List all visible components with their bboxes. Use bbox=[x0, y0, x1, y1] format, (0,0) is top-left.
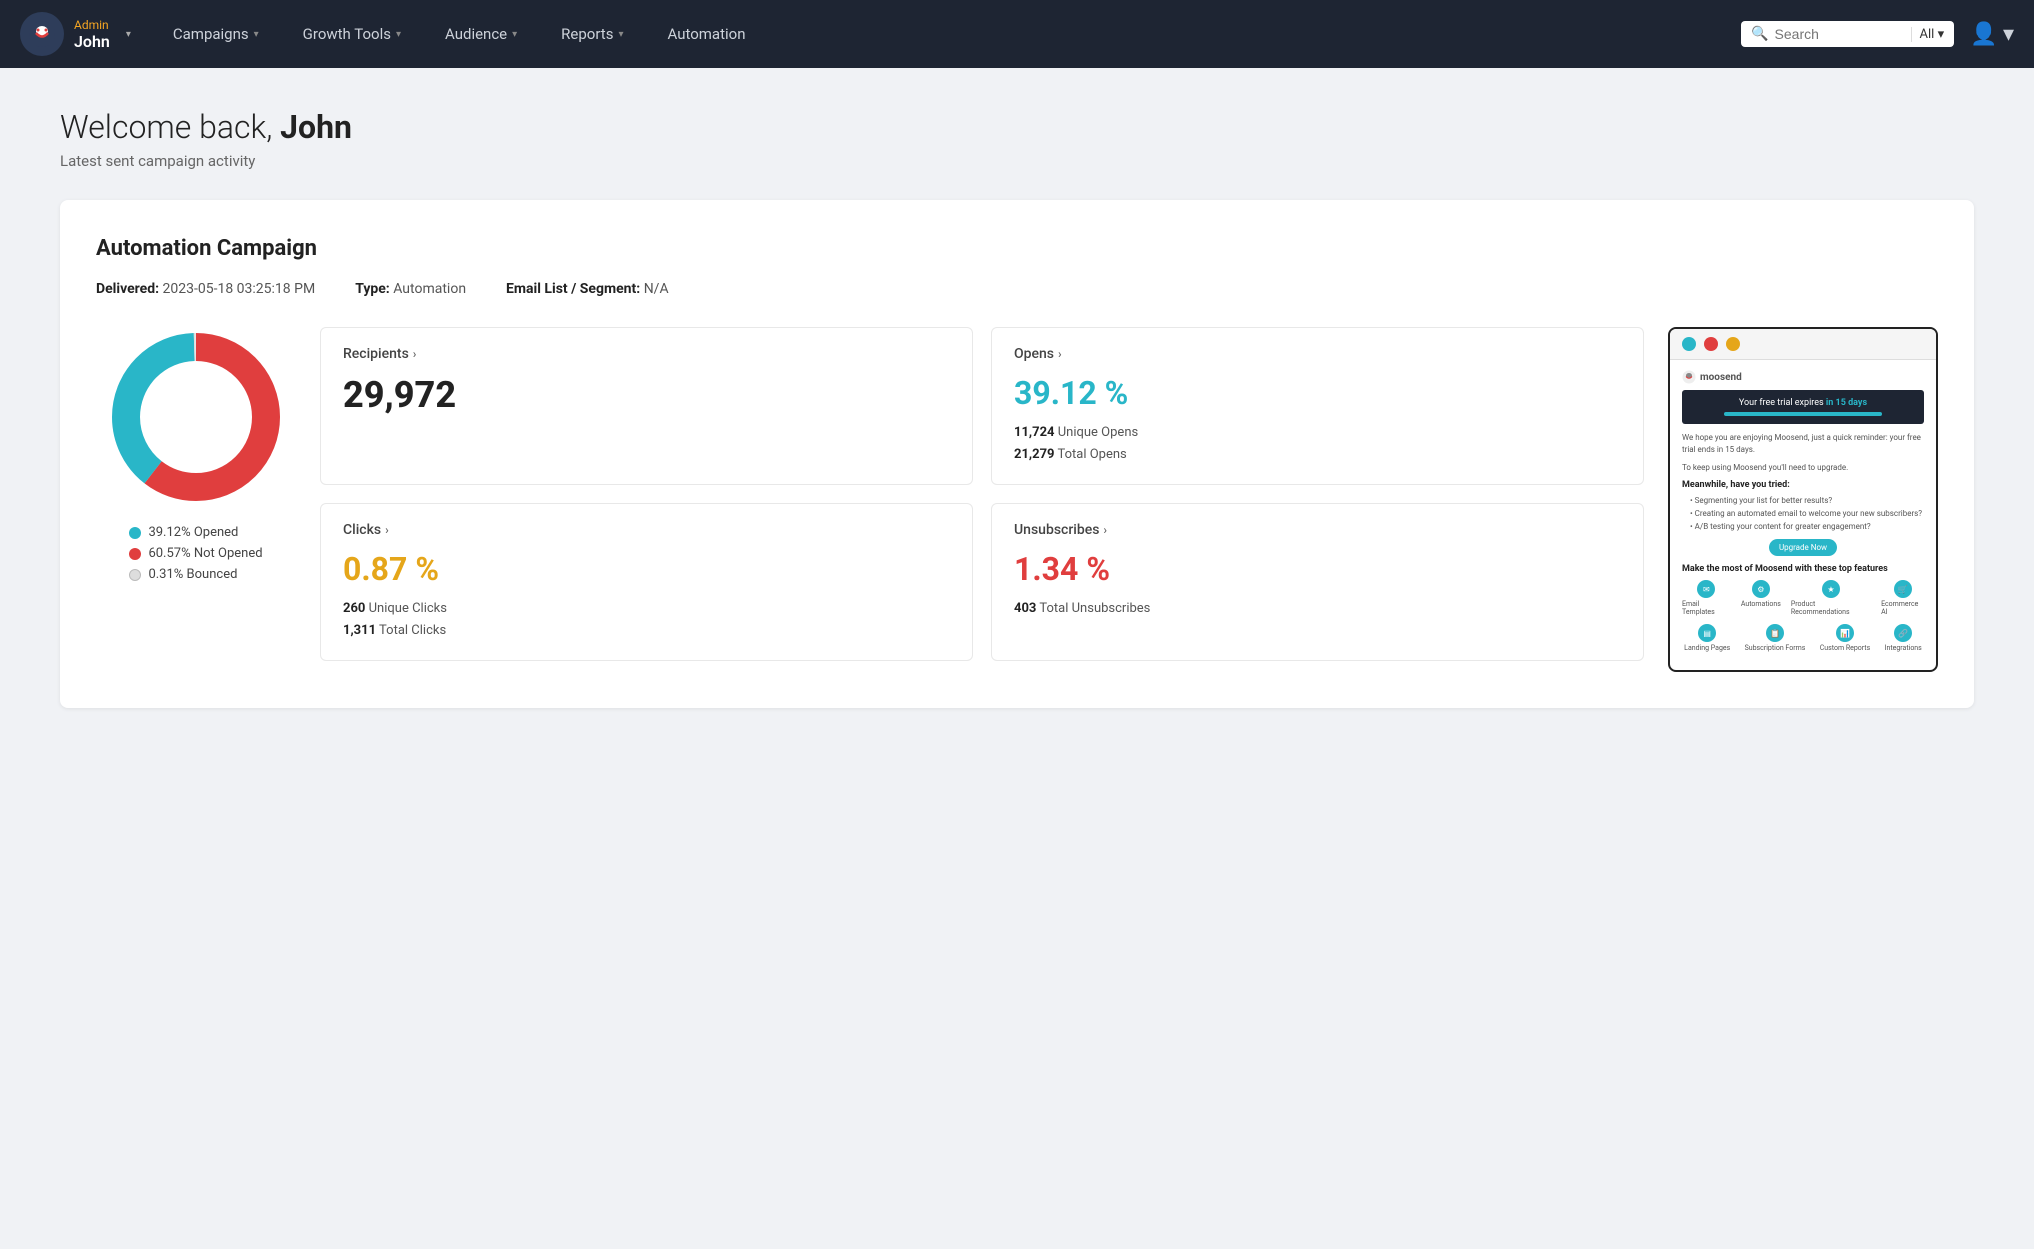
campaign-meta: Delivered: 2023-05-18 03:25:18 PM Type: … bbox=[96, 281, 1938, 297]
welcome-title: Welcome back, John bbox=[60, 108, 1974, 146]
stats-grid: Recipients › 29,972 Opens › 39.12 % 11,7… bbox=[320, 327, 1644, 661]
subscription-forms-icon: 📋 bbox=[1766, 624, 1784, 642]
nav-brand: Admin John ▾ bbox=[20, 12, 131, 56]
search-filter-dropdown[interactable]: All ▾ bbox=[1911, 27, 1945, 42]
legend-not-opened: 60.57% Not Opened bbox=[129, 546, 262, 561]
legend-dot-opened bbox=[129, 527, 141, 539]
nav-growth-tools[interactable]: Growth Tools ▾ bbox=[281, 0, 423, 68]
nav-search-bar: 🔍 All ▾ bbox=[1741, 21, 1954, 47]
stat-unsubscribes: Unsubscribes › 1.34 % 403 Total Unsubscr… bbox=[991, 503, 1644, 661]
preview-progress-bar bbox=[1724, 412, 1882, 416]
clicks-pct: 0.87 % bbox=[343, 550, 950, 588]
automations-icon: ⚙ bbox=[1752, 580, 1770, 598]
email-templates-icon: ✉ bbox=[1697, 580, 1715, 598]
campaign-card: Automation Campaign Delivered: 2023-05-1… bbox=[60, 200, 1974, 708]
opens-pct: 39.12 % bbox=[1014, 374, 1621, 412]
clicks-arrow-icon: › bbox=[385, 523, 389, 537]
preview-body-text2: To keep using Moosend you'll need to upg… bbox=[1682, 462, 1924, 474]
preview-body-text1: We hope you are enjoying Moosend, just a… bbox=[1682, 432, 1924, 456]
campaigns-chevron-icon: ▾ bbox=[254, 29, 259, 40]
custom-reports-icon: 📊 bbox=[1836, 624, 1854, 642]
preview-heading: Meanwhile, have you tried: bbox=[1682, 480, 1924, 490]
campaign-delivered: Delivered: 2023-05-18 03:25:18 PM bbox=[96, 281, 315, 297]
nav-campaigns[interactable]: Campaigns ▾ bbox=[151, 0, 281, 68]
campaign-title: Automation Campaign bbox=[96, 236, 1938, 261]
preview-feature-automations: ⚙ Automations bbox=[1741, 580, 1781, 616]
email-preview: moosend Your free trial expires in 15 da… bbox=[1668, 327, 1938, 672]
ecommerce-icon: 🛒 bbox=[1894, 580, 1912, 598]
preview-titlebar bbox=[1670, 329, 1936, 360]
preview-dot-teal bbox=[1682, 337, 1696, 351]
integrations-icon: 🔗 bbox=[1894, 624, 1912, 642]
nav-links: Campaigns ▾ Growth Tools ▾ Audience ▾ Re… bbox=[151, 0, 1741, 68]
unsubscribes-sub: 403 Total Unsubscribes bbox=[1014, 598, 1621, 620]
campaign-body: 39.12% Opened 60.57% Not Opened 0.31% Bo… bbox=[96, 327, 1938, 672]
opens-arrow-icon: › bbox=[1058, 347, 1062, 361]
user-dropdown-icon[interactable]: ▾ bbox=[126, 29, 131, 40]
search-icon: 🔍 bbox=[1751, 26, 1768, 42]
landing-pages-icon: ▤ bbox=[1698, 624, 1716, 642]
list-item: • Segmenting your list for better result… bbox=[1690, 495, 1924, 508]
preview-logo: moosend bbox=[1682, 370, 1924, 384]
nav-admin-label: Admin bbox=[74, 18, 110, 32]
legend-opened: 39.12% Opened bbox=[129, 525, 262, 540]
preview-icons-row-1: ✉ Email Templates ⚙ Automations ★ Produc… bbox=[1682, 580, 1924, 616]
preview-feature-custom-reports: 📊 Custom Reports bbox=[1820, 624, 1871, 652]
recipients-value: 29,972 bbox=[343, 374, 950, 416]
preview-feature-product-rec: ★ Product Recommendations bbox=[1791, 580, 1871, 616]
stat-opens: Opens › 39.12 % 11,724 Unique Opens 21,2… bbox=[991, 327, 1644, 485]
legend-dot-not-opened bbox=[129, 548, 141, 560]
welcome-subtitle: Latest sent campaign activity bbox=[60, 152, 1974, 170]
legend-dot-bounced bbox=[129, 569, 141, 581]
nav-username: John bbox=[74, 32, 110, 51]
unsubscribes-label[interactable]: Unsubscribes › bbox=[1014, 522, 1621, 538]
reports-chevron-icon: ▾ bbox=[618, 29, 623, 40]
clicks-label[interactable]: Clicks › bbox=[343, 522, 950, 538]
preview-feature-subscription-forms: 📋 Subscription Forms bbox=[1745, 624, 1806, 652]
unsubscribes-arrow-icon: › bbox=[1103, 523, 1107, 537]
nav-audience[interactable]: Audience ▾ bbox=[423, 0, 539, 68]
list-item: • A/B testing your content for greater e… bbox=[1690, 521, 1924, 534]
preview-feature-email-templates: ✉ Email Templates bbox=[1682, 580, 1731, 616]
campaign-type: Type: Automation bbox=[355, 281, 466, 297]
opens-sub: 11,724 Unique Opens 21,279 Total Opens bbox=[1014, 422, 1621, 466]
donut-section: 39.12% Opened 60.57% Not Opened 0.31% Bo… bbox=[96, 327, 296, 582]
main-content: Welcome back, John Latest sent campaign … bbox=[0, 68, 2034, 748]
preview-icons-row-2: ▤ Landing Pages 📋 Subscription Forms 📊 C… bbox=[1682, 624, 1924, 652]
clicks-sub: 260 Unique Clicks 1,311 Total Clicks bbox=[343, 598, 950, 642]
nav-automation[interactable]: Automation bbox=[645, 0, 767, 68]
preview-body: moosend Your free trial expires in 15 da… bbox=[1670, 360, 1936, 670]
preview-list: • Segmenting your list for better result… bbox=[1682, 495, 1924, 533]
navbar: Admin John ▾ Campaigns ▾ Growth Tools ▾ … bbox=[0, 0, 2034, 68]
campaign-segment: Email List / Segment: N/A bbox=[506, 281, 669, 297]
preview-feature-ecommerce: 🛒 Ecommerce AI bbox=[1881, 580, 1924, 616]
nav-reports[interactable]: Reports ▾ bbox=[539, 0, 645, 68]
legend: 39.12% Opened 60.57% Not Opened 0.31% Bo… bbox=[129, 525, 262, 582]
stat-clicks: Clicks › 0.87 % 260 Unique Clicks 1,311 … bbox=[320, 503, 973, 661]
recipients-arrow-icon: › bbox=[413, 347, 417, 361]
nav-user-info: Admin John bbox=[74, 18, 110, 51]
preview-dot-gold bbox=[1726, 337, 1740, 351]
legend-bounced: 0.31% Bounced bbox=[129, 567, 262, 582]
preview-banner: Your free trial expires in 15 days bbox=[1682, 390, 1924, 424]
preview-dot-red bbox=[1704, 337, 1718, 351]
stat-recipients: Recipients › 29,972 bbox=[320, 327, 973, 485]
preview-feature-integrations: 🔗 Integrations bbox=[1885, 624, 1922, 652]
preview-feature-landing-pages: ▤ Landing Pages bbox=[1684, 624, 1730, 652]
recipients-label[interactable]: Recipients › bbox=[343, 346, 950, 362]
nav-avatar[interactable]: 👤 ▾ bbox=[1970, 22, 2014, 47]
preview-upgrade-button[interactable]: Upgrade Now bbox=[1769, 539, 1837, 556]
search-input[interactable] bbox=[1775, 26, 1905, 42]
product-rec-icon: ★ bbox=[1822, 580, 1840, 598]
opens-label[interactable]: Opens › bbox=[1014, 346, 1621, 362]
preview-features-title: Make the most of Moosend with these top … bbox=[1682, 564, 1924, 574]
unsubscribes-pct: 1.34 % bbox=[1014, 550, 1621, 588]
nav-logo bbox=[20, 12, 64, 56]
donut-chart bbox=[106, 327, 286, 507]
audience-chevron-icon: ▾ bbox=[512, 29, 517, 40]
list-item: • Creating an automated email to welcome… bbox=[1690, 508, 1924, 521]
growth-tools-chevron-icon: ▾ bbox=[396, 29, 401, 40]
